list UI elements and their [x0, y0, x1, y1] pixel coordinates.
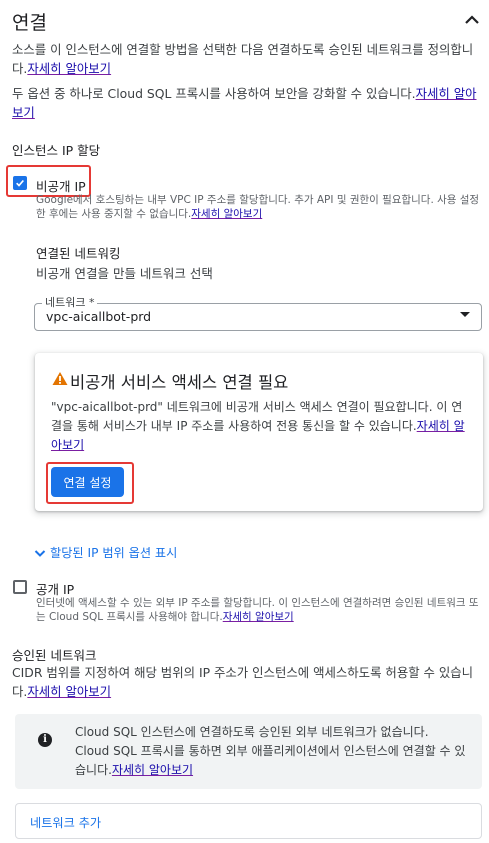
ip-range-options-expander[interactable]: 할당된 IP 범위 옵션 표시 [34, 543, 177, 561]
checkmark-icon [16, 179, 24, 187]
authorized-networks-learn-more-link[interactable]: 자세히 알아보기 [27, 684, 111, 699]
authorized-networks-description: CIDR 범위를 지정하여 해당 범위의 IP 주소가 인스턴스에 액세스하도록… [12, 663, 484, 701]
info-learn-more-link[interactable]: 자세히 알아보기 [112, 763, 193, 777]
card-title: 비공개 서비스 액세스 연결 필요 [70, 373, 289, 392]
intro-learn-more-link[interactable]: 자세히 알아보기 [27, 61, 111, 76]
expander-label: 할당된 IP 범위 옵션 표시 [50, 546, 178, 560]
private-ip-description: Google에서 호스팅하는 내부 VPC IP 주소를 할당합니다. 추가 A… [36, 193, 482, 221]
intro-paragraph: 소스를 이 인스턴스에 연결할 방법을 선택한 다음 연결하도록 승인된 네트워… [12, 40, 482, 78]
private-ip-checkbox[interactable] [13, 176, 27, 190]
warning-icon [52, 372, 68, 385]
card-body: "vpc-aicallbot-prd" 네트워크에 비공개 서비스 액세스 연결… [51, 398, 465, 455]
public-ip-learn-more-link[interactable]: 자세히 알아보기 [223, 611, 294, 623]
network-select-label: 네트워크 * [42, 294, 98, 310]
setup-connection-button[interactable]: 연결 설정 [51, 467, 124, 497]
associated-networking-heading: 연결된 네트워킹 [36, 246, 121, 261]
add-network-button[interactable]: 네트워크 추가 [30, 813, 101, 831]
proxy-paragraph: 두 옵션 중 하나로 Cloud SQL 프록시를 사용하여 보안을 강화할 수… [12, 84, 482, 122]
dropdown-arrow-icon[interactable] [460, 312, 470, 317]
authorized-networks-heading: 승인된 네트워크 [12, 648, 97, 663]
ip-assignment-heading: 인스턴스 IP 할당 [12, 143, 101, 158]
chevron-down-icon [34, 550, 46, 557]
network-select-value[interactable]: vpc-aicallbot-prd [46, 309, 151, 324]
info-text: Cloud SQL 인스턴스에 연결하도록 승인된 외부 네트워크가 없습니다.… [75, 723, 471, 780]
info-icon: i [38, 733, 52, 747]
proxy-text: 두 옵션 중 하나로 Cloud SQL 프록시를 사용하여 보안을 강화할 수… [12, 86, 416, 101]
private-ip-learn-more-link[interactable]: 자세히 알아보기 [191, 208, 262, 220]
info-line-1: Cloud SQL 인스턴스에 연결하도록 승인된 외부 네트워크가 없습니다. [75, 725, 429, 739]
public-ip-description: 인터넷에 액세스할 수 있는 외부 IP 주소를 할당합니다. 이 인스턴스에 … [36, 596, 482, 624]
section-title: 연결 [12, 12, 47, 34]
public-ip-checkbox[interactable] [13, 580, 27, 594]
chevron-up-icon[interactable] [462, 10, 482, 30]
associated-networking-subheading: 비공개 연결을 만들 네트워크 선택 [36, 266, 213, 281]
card-body-text: "vpc-aicallbot-prd" 네트워크에 비공개 서비스 액세스 연결… [51, 400, 463, 433]
